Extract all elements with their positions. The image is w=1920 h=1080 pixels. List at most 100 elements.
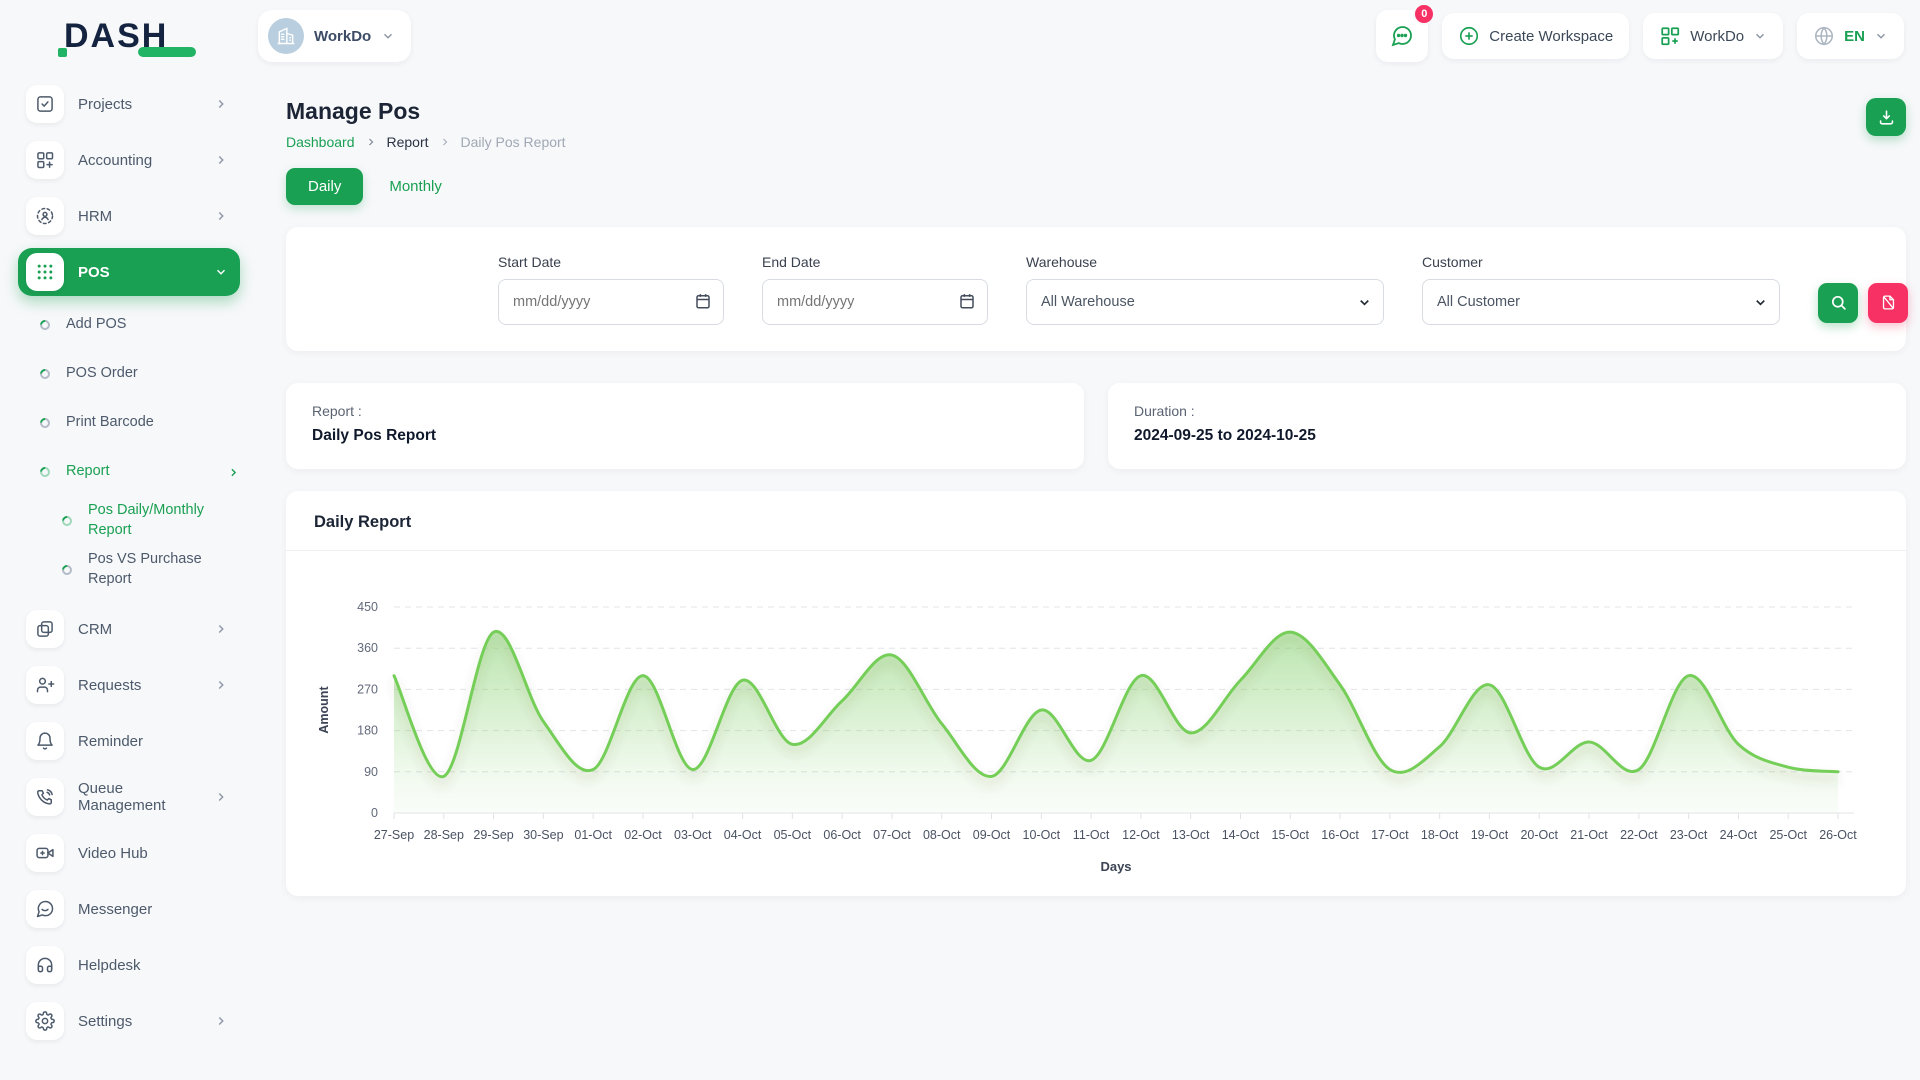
start-date-group: Start Date bbox=[498, 254, 724, 325]
sidebar-item-settings[interactable]: Settings bbox=[18, 997, 240, 1045]
y-axis-tick-label: 0 bbox=[371, 806, 378, 820]
chat-icon bbox=[1390, 24, 1414, 48]
filter-card: Start Date End Date Warehouse All Wareho… bbox=[286, 227, 1906, 351]
sidebar-item-reminder[interactable]: Reminder bbox=[18, 717, 240, 765]
subitem-label: Print Barcode bbox=[66, 413, 154, 433]
sidebar-item-pos[interactable]: POS bbox=[18, 248, 240, 296]
sidebar-item-messenger[interactable]: Messenger bbox=[18, 885, 240, 933]
create-workspace-button[interactable]: Create Workspace bbox=[1442, 13, 1629, 59]
bullet-icon bbox=[38, 318, 52, 332]
x-axis-tick-label: 03-Oct bbox=[674, 828, 712, 842]
filter-actions bbox=[1818, 283, 1908, 323]
sidebar-subitem-report[interactable]: Report bbox=[18, 451, 240, 493]
chevron-down-icon bbox=[1874, 29, 1888, 43]
sidebar-item-queue-management[interactable]: Queue Management bbox=[18, 773, 240, 821]
chart-title: Daily Report bbox=[286, 491, 1906, 550]
sidebar-item-projects[interactable]: Projects bbox=[18, 80, 240, 128]
sidebar-subitem-pos-daily-monthly-report[interactable]: Pos Daily/Monthly Report bbox=[18, 500, 240, 542]
workspace-avatar bbox=[268, 18, 304, 54]
messenger-icon bbox=[26, 890, 64, 928]
x-axis-tick-label: 14-Oct bbox=[1222, 828, 1260, 842]
x-axis-tick-label: 12-Oct bbox=[1122, 828, 1160, 842]
language-label: EN bbox=[1844, 28, 1865, 45]
clear-file-icon bbox=[1880, 294, 1897, 311]
workspace-name: WorkDo bbox=[314, 28, 371, 45]
daily-report-area-chart[interactable]: 09018027036045027-Sep28-Sep29-Sep30-Sep0… bbox=[308, 577, 1884, 879]
end-date-input[interactable] bbox=[762, 279, 988, 325]
y-axis-tick-label: 450 bbox=[357, 600, 378, 614]
y-axis-title: Amount bbox=[317, 686, 331, 734]
sidebar-item-accounting[interactable]: Accounting bbox=[18, 136, 240, 184]
tab-monthly[interactable]: Monthly bbox=[389, 178, 442, 195]
download-icon bbox=[1877, 108, 1896, 127]
building-icon bbox=[276, 26, 296, 46]
x-axis-tick-label: 22-Oct bbox=[1620, 828, 1658, 842]
x-axis-title: Days bbox=[1100, 859, 1131, 874]
sidebar-subitem-pos-order[interactable]: POS Order bbox=[18, 353, 240, 395]
y-axis-tick-label: 180 bbox=[357, 724, 378, 738]
x-axis-tick-label: 11-Oct bbox=[1073, 828, 1110, 842]
x-axis-tick-label: 27-Sep bbox=[374, 828, 414, 842]
messages-button[interactable]: 0 bbox=[1376, 10, 1428, 62]
sidebar-subitem-print-barcode[interactable]: Print Barcode bbox=[18, 402, 240, 444]
page-title: Manage Pos bbox=[286, 98, 566, 125]
projects-icon bbox=[26, 85, 64, 123]
chevron-down-icon bbox=[214, 265, 228, 279]
x-axis-tick-label: 16-Oct bbox=[1321, 828, 1359, 842]
brand-logo[interactable]: DASH bbox=[0, 17, 258, 56]
sidebar-item-label: Queue Management bbox=[78, 780, 214, 814]
x-axis-tick-label: 05-Oct bbox=[774, 828, 812, 842]
x-axis-tick-label: 02-Oct bbox=[624, 828, 662, 842]
x-axis-tick-label: 28-Sep bbox=[424, 828, 464, 842]
reset-filter-button[interactable] bbox=[1868, 283, 1908, 323]
video-hub-icon bbox=[26, 834, 64, 872]
logo-bar bbox=[138, 47, 196, 57]
workspace-menu[interactable]: WorkDo bbox=[1643, 13, 1783, 59]
download-report-button[interactable] bbox=[1866, 98, 1906, 136]
report-period-tabs: Daily Monthly bbox=[286, 168, 1906, 205]
duration-value: 2024-09-25 to 2024-10-25 bbox=[1134, 427, 1880, 445]
globe-icon bbox=[1813, 25, 1835, 47]
customer-select[interactable]: All Customer bbox=[1422, 279, 1780, 325]
chart-body: 09018027036045027-Sep28-Sep29-Sep30-Sep0… bbox=[286, 551, 1906, 888]
header-actions: 0 Create Workspace WorkDo EN bbox=[1376, 10, 1920, 62]
helpdesk-icon bbox=[26, 946, 64, 984]
sidebar-item-label: Video Hub bbox=[78, 845, 148, 862]
chevron-right-icon bbox=[214, 678, 228, 692]
hrm-icon bbox=[26, 197, 64, 235]
subitem-label: POS Order bbox=[66, 364, 138, 384]
breadcrumb-dashboard[interactable]: Dashboard bbox=[286, 134, 355, 150]
warehouse-select[interactable]: All Warehouse bbox=[1026, 279, 1384, 325]
warehouse-group: Warehouse All Warehouse bbox=[1026, 254, 1384, 325]
language-selector[interactable]: EN bbox=[1797, 13, 1904, 59]
sidebar-item-hrm[interactable]: HRM bbox=[18, 192, 240, 240]
top-header: DASH WorkDo 0 Create Workspace bbox=[0, 0, 1920, 72]
x-axis-tick-label: 01-Oct bbox=[574, 828, 612, 842]
x-axis-tick-label: 23-Oct bbox=[1670, 828, 1708, 842]
x-axis-tick-label: 24-Oct bbox=[1720, 828, 1758, 842]
breadcrumb-report[interactable]: Report bbox=[387, 134, 429, 150]
sidebar-item-label: CRM bbox=[78, 621, 112, 638]
sidebar-subitem-add-pos[interactable]: Add POS bbox=[18, 304, 240, 346]
sidebar-nav: Projects Accounting HRM POS Add POS bbox=[0, 72, 258, 1080]
sidebar-item-label: Accounting bbox=[78, 152, 152, 169]
start-date-input[interactable] bbox=[498, 279, 724, 325]
search-button[interactable] bbox=[1818, 283, 1858, 323]
sidebar-item-requests[interactable]: Requests bbox=[18, 661, 240, 709]
workspace-switcher[interactable]: WorkDo bbox=[258, 10, 411, 62]
tab-daily[interactable]: Daily bbox=[286, 168, 363, 205]
sidebar-item-video-hub[interactable]: Video Hub bbox=[18, 829, 240, 877]
duration-summary-card: Duration : 2024-09-25 to 2024-10-25 bbox=[1108, 383, 1906, 469]
x-axis-tick-label: 25-Oct bbox=[1769, 828, 1807, 842]
sidebar-item-crm[interactable]: CRM bbox=[18, 605, 240, 653]
x-axis-tick-label: 10-Oct bbox=[1023, 828, 1061, 842]
sidebar-subitem-pos-vs-purchase-report[interactable]: Pos VS Purchase Report bbox=[18, 549, 240, 591]
bullet-icon bbox=[38, 416, 52, 430]
report-label: Report : bbox=[312, 403, 1058, 419]
customer-label: Customer bbox=[1422, 254, 1780, 270]
x-axis-tick-label: 19-Oct bbox=[1471, 828, 1509, 842]
chevron-right-icon bbox=[214, 790, 228, 804]
x-axis-tick-label: 15-Oct bbox=[1272, 828, 1310, 842]
sidebar-item-helpdesk[interactable]: Helpdesk bbox=[18, 941, 240, 989]
sidebar-item-label: HRM bbox=[78, 208, 112, 225]
